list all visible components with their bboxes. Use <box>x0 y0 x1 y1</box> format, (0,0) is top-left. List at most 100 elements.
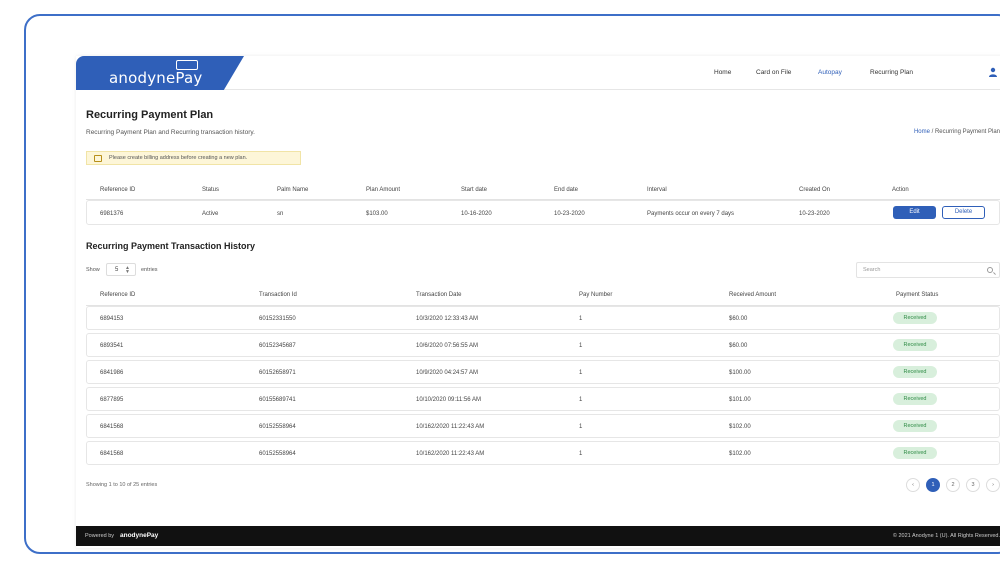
app-window: anodynePay Home Card on File Autopay Rec… <box>76 56 1000 548</box>
edit-button[interactable]: Edit <box>893 206 936 219</box>
breadcrumb-home[interactable]: Home <box>914 129 930 135</box>
delete-button[interactable]: Delete <box>942 206 985 219</box>
search-placeholder: Search <box>863 267 881 273</box>
table-row: 6841568 60152558964 10/162/2020 11:22:43… <box>86 441 1000 465</box>
lock-icon <box>94 155 102 162</box>
status-badge: Received <box>893 312 937 324</box>
alert-text: Please create billing address before cre… <box>109 155 248 161</box>
breadcrumb-current: Recurring Payment Plan <box>934 129 1000 135</box>
plan-header-action: Action <box>892 187 909 193</box>
nav-home[interactable]: Home <box>714 69 731 76</box>
received-amount-cell: $102.00 <box>729 451 751 457</box>
table-row: 6894153 60152331550 10/3/2020 12:33:43 A… <box>86 306 1000 330</box>
transaction-id-cell: 60152331550 <box>259 316 296 322</box>
history-header-transaction-id: Transaction Id <box>259 292 297 298</box>
nav-autopay[interactable]: Autopay <box>818 69 842 76</box>
copyright-text: © 2021 Anodyne 1 (U). All Rights Reserve… <box>892 533 1000 539</box>
plan-header-created-on: Created On <box>799 187 831 193</box>
footer-brand: anodynePay <box>120 532 159 539</box>
status-badge: Received <box>893 447 937 459</box>
reference-id-cell: 6841986 <box>100 370 124 376</box>
reference-id-cell: 6893541 <box>100 343 124 349</box>
page-subtitle: Recurring Payment Plan and Recurring tra… <box>86 129 255 136</box>
plan-header-palm-name: Palm Name <box>277 187 309 193</box>
history-header-received-amount: Received Amount <box>729 292 777 298</box>
prev-page-button[interactable]: ‹ <box>906 478 920 492</box>
brand-name: anodynePay <box>109 69 203 87</box>
page-3-button[interactable]: 3 <box>966 478 980 492</box>
plan-status: Active <box>202 211 219 217</box>
table-row: 6893541 60152345687 10/6/2020 07:56:55 A… <box>86 333 1000 357</box>
plan-header-start-date: Start date <box>461 187 488 193</box>
transaction-date-cell: 10/9/2020 04:24:57 AM <box>416 370 479 376</box>
pay-number-cell: 1 <box>579 424 583 430</box>
search-icon <box>987 267 993 273</box>
plan-reference-id: 6981376 <box>100 211 124 217</box>
transaction-date-cell: 10/162/2020 11:22:43 AM <box>416 424 485 430</box>
pay-number-cell: 1 <box>579 343 583 349</box>
page-title: Recurring Payment Plan <box>86 109 214 121</box>
table-row: 6841568 60152558964 10/162/2020 11:22:43… <box>86 414 1000 438</box>
reference-id-cell: 6877895 <box>100 397 124 403</box>
plan-end-date: 10-23-2020 <box>554 211 585 217</box>
user-icon[interactable] <box>988 67 998 77</box>
received-amount-cell: $102.00 <box>729 424 751 430</box>
breadcrumb: Home / Recurring Payment Plan <box>914 129 1000 135</box>
history-title: Recurring Payment Transaction History <box>86 241 256 251</box>
entries-value: 5 <box>115 267 119 273</box>
received-amount-cell: $101.00 <box>729 397 751 403</box>
plan-header-plan-amount: Plan Amount <box>366 187 401 193</box>
plan-header-interval: Interval <box>647 187 667 193</box>
pay-number-cell: 1 <box>579 451 583 457</box>
nav-card-on-file[interactable]: Card on File <box>756 69 791 76</box>
received-amount-cell: $60.00 <box>729 316 748 322</box>
history-header-pay-number: Pay Number <box>579 292 613 298</box>
entries-label: entries <box>141 267 158 273</box>
plan-header-end-date: End date <box>554 187 579 193</box>
entries-select[interactable]: 5 ▲ ▼ <box>106 263 136 276</box>
history-header-transaction-date: Transaction Date <box>416 292 462 298</box>
transaction-date-cell: 10/162/2020 11:22:43 AM <box>416 451 485 457</box>
search-input[interactable]: Search <box>856 262 1000 278</box>
reference-id-cell: 6894153 <box>100 316 124 322</box>
next-page-button[interactable]: › <box>986 478 1000 492</box>
plan-header-reference-id: Reference ID <box>100 187 136 193</box>
transaction-id-cell: 60152558964 <box>259 424 296 430</box>
powered-by-label: Powered by <box>85 533 115 539</box>
billing-alert: Please create billing address before cre… <box>86 151 301 165</box>
nav-recurring-plan[interactable]: Recurring Plan <box>870 69 913 76</box>
transaction-id-cell: 60152345687 <box>259 343 296 349</box>
status-badge: Received <box>893 393 937 405</box>
plan-start-date: 10-16-2020 <box>461 211 492 217</box>
status-badge: Received <box>893 366 937 378</box>
transaction-id-cell: 60152558964 <box>259 451 296 457</box>
sort-arrows-icon: ▲ ▼ <box>125 265 130 275</box>
brand-logo[interactable]: anodynePay <box>76 56 244 90</box>
plan-interval: Payments occur on every 7 days <box>647 211 735 217</box>
pay-number-cell: 1 <box>579 397 583 403</box>
showing-entries-text: Showing 1 to 10 of 25 entries <box>86 482 158 488</box>
history-header-payment-status: Payment Status <box>896 292 939 298</box>
transaction-date-cell: 10/10/2020 09:11:56 AM <box>416 397 481 403</box>
transaction-date-cell: 10/6/2020 07:56:55 AM <box>416 343 479 349</box>
footer: Powered by anodynePay © 2021 Anodyne 1 (… <box>76 526 1000 546</box>
reference-id-cell: 6841568 <box>100 424 124 430</box>
table-row: 6877895 60155689741 10/10/2020 09:11:56 … <box>86 387 1000 411</box>
plan-row: 6981376 Active sn $103.00 10-16-2020 10-… <box>86 200 1000 225</box>
page-1-button[interactable]: 1 <box>926 478 940 492</box>
plan-header-status: Status <box>202 187 220 193</box>
table-row: 6841986 60152658971 10/9/2020 04:24:57 A… <box>86 360 1000 384</box>
app-frame: anodynePay Home Card on File Autopay Rec… <box>24 14 1000 554</box>
reference-id-cell: 6841568 <box>100 451 124 457</box>
received-amount-cell: $100.00 <box>729 370 751 376</box>
show-label: Show <box>86 267 100 273</box>
pay-number-cell: 1 <box>579 316 583 322</box>
history-header-reference-id: Reference ID <box>100 292 136 298</box>
plan-amount: $103.00 <box>366 211 388 217</box>
transaction-id-cell: 60155689741 <box>259 397 296 403</box>
status-badge: Received <box>893 420 937 432</box>
page-2-button[interactable]: 2 <box>946 478 960 492</box>
transaction-id-cell: 60152658971 <box>259 370 296 376</box>
plan-palm-name: sn <box>277 211 284 217</box>
status-badge: Received <box>893 339 937 351</box>
